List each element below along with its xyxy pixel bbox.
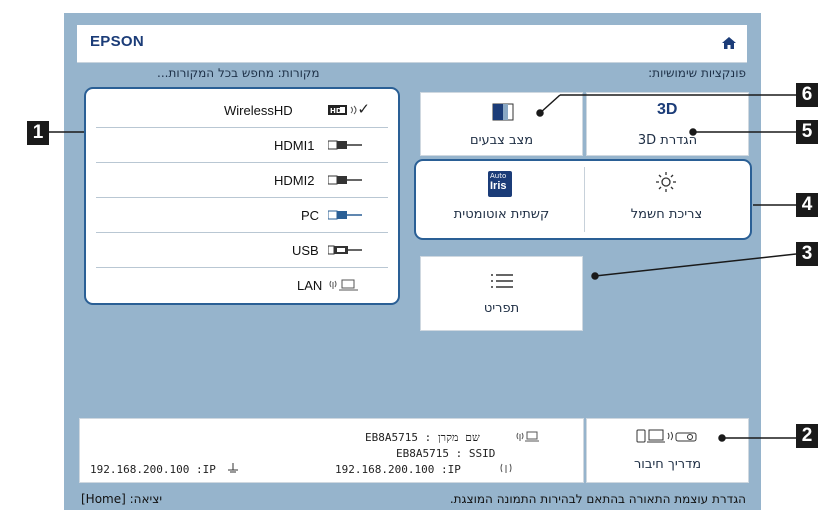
callout-marker-3: 3 [796,242,818,266]
callout-marker-1: 1 [27,121,49,145]
callout-marker-5: 5 [796,120,818,144]
callout-marker-2: 2 [796,424,818,448]
callout-lines [48,94,797,442]
callout-marker-6: 6 [796,83,818,107]
callout-marker-4: 4 [796,193,818,217]
